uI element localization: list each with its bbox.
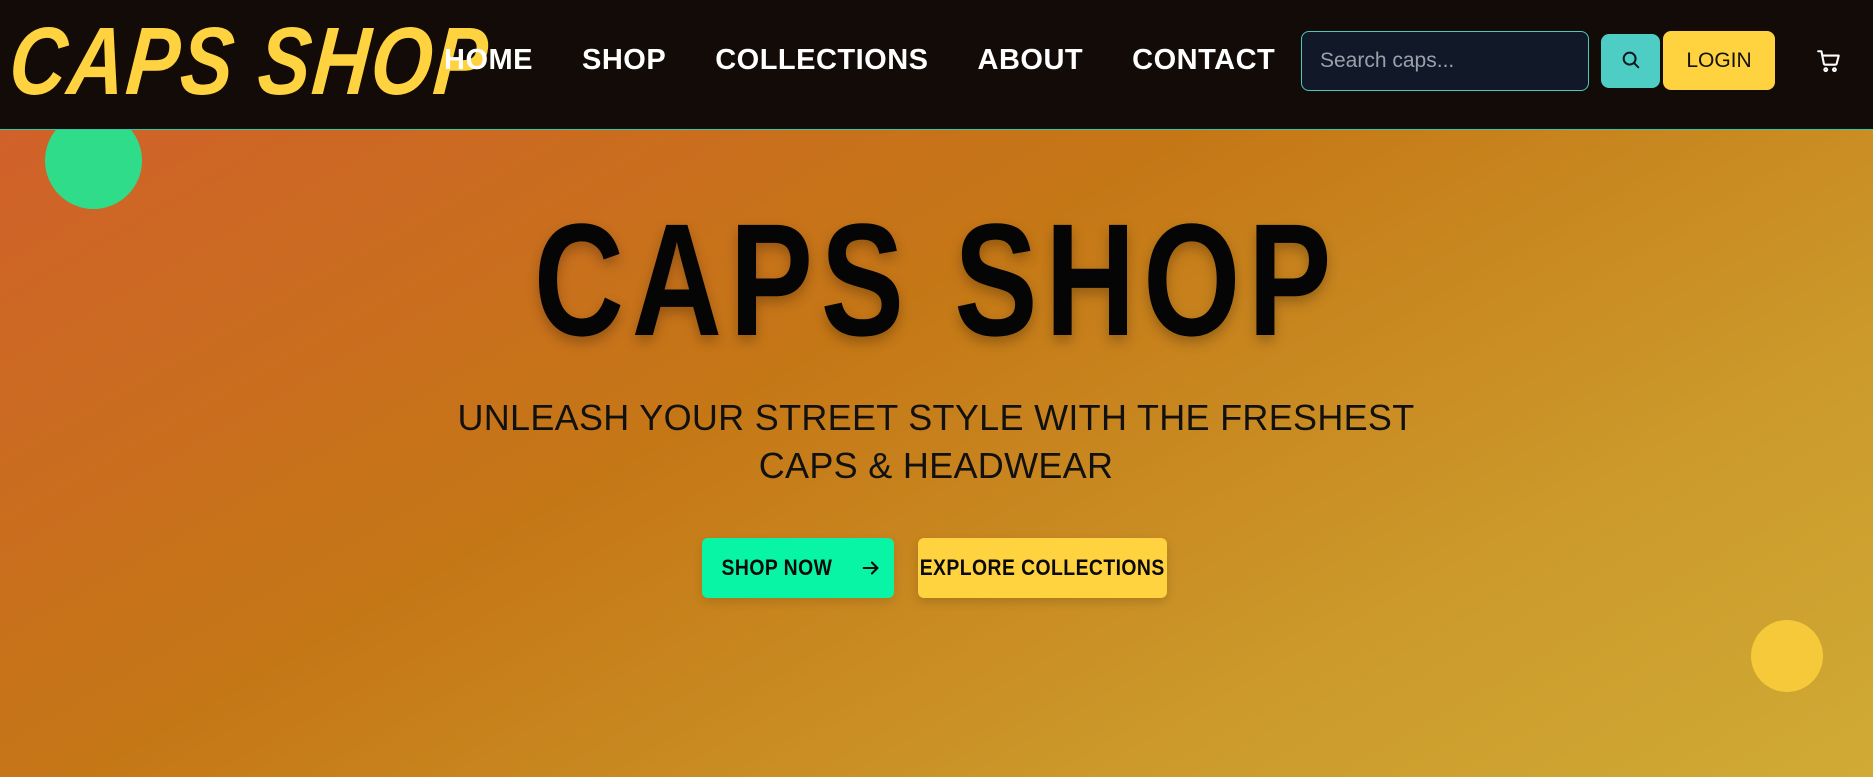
top-navigation-bar: CAPS SHOP HOME SHOP COLLECTIONS ABOUT CO… [0,0,1873,130]
cart-icon[interactable] [1816,48,1842,74]
arrow-right-icon [860,557,882,579]
nav-link-shop[interactable]: SHOP [582,44,666,77]
shop-now-button[interactable]: SHOP NOW [702,538,894,598]
shop-now-label: SHOP NOW [721,555,833,580]
explore-collections-label: EXPLORE COLLECTIONS [920,555,1166,580]
hero-subtitle: UNLEASH YOUR STREET STYLE WITH THE FRESH… [436,394,1436,490]
login-button[interactable]: LOGIN [1663,31,1775,90]
hero-title: CAPS SHOP [533,190,1340,369]
search-icon [1620,49,1642,74]
decorative-green-circle [45,130,142,209]
hero-subtitle-line-1: UNLEASH YOUR STREET STYLE WITH THE FRESH… [457,397,1415,438]
main-nav: HOME SHOP COLLECTIONS ABOUT CONTACT [444,36,1324,84]
nav-link-home[interactable]: HOME [444,44,533,77]
nav-link-about[interactable]: ABOUT [978,44,1084,77]
explore-collections-button[interactable]: EXPLORE COLLECTIONS [918,538,1167,598]
search-button[interactable] [1601,34,1660,88]
hero-section: CAPS SHOP UNLEASH YOUR STREET STYLE WITH… [0,130,1873,777]
search-input[interactable] [1301,31,1589,91]
site-logo[interactable]: CAPS SHOP [5,6,493,118]
hero-subtitle-line-2: CAPS & HEADWEAR [758,445,1114,486]
nav-link-collections[interactable]: COLLECTIONS [715,44,928,77]
decorative-yellow-circle [1751,620,1823,692]
nav-link-contact[interactable]: CONTACT [1132,44,1275,77]
